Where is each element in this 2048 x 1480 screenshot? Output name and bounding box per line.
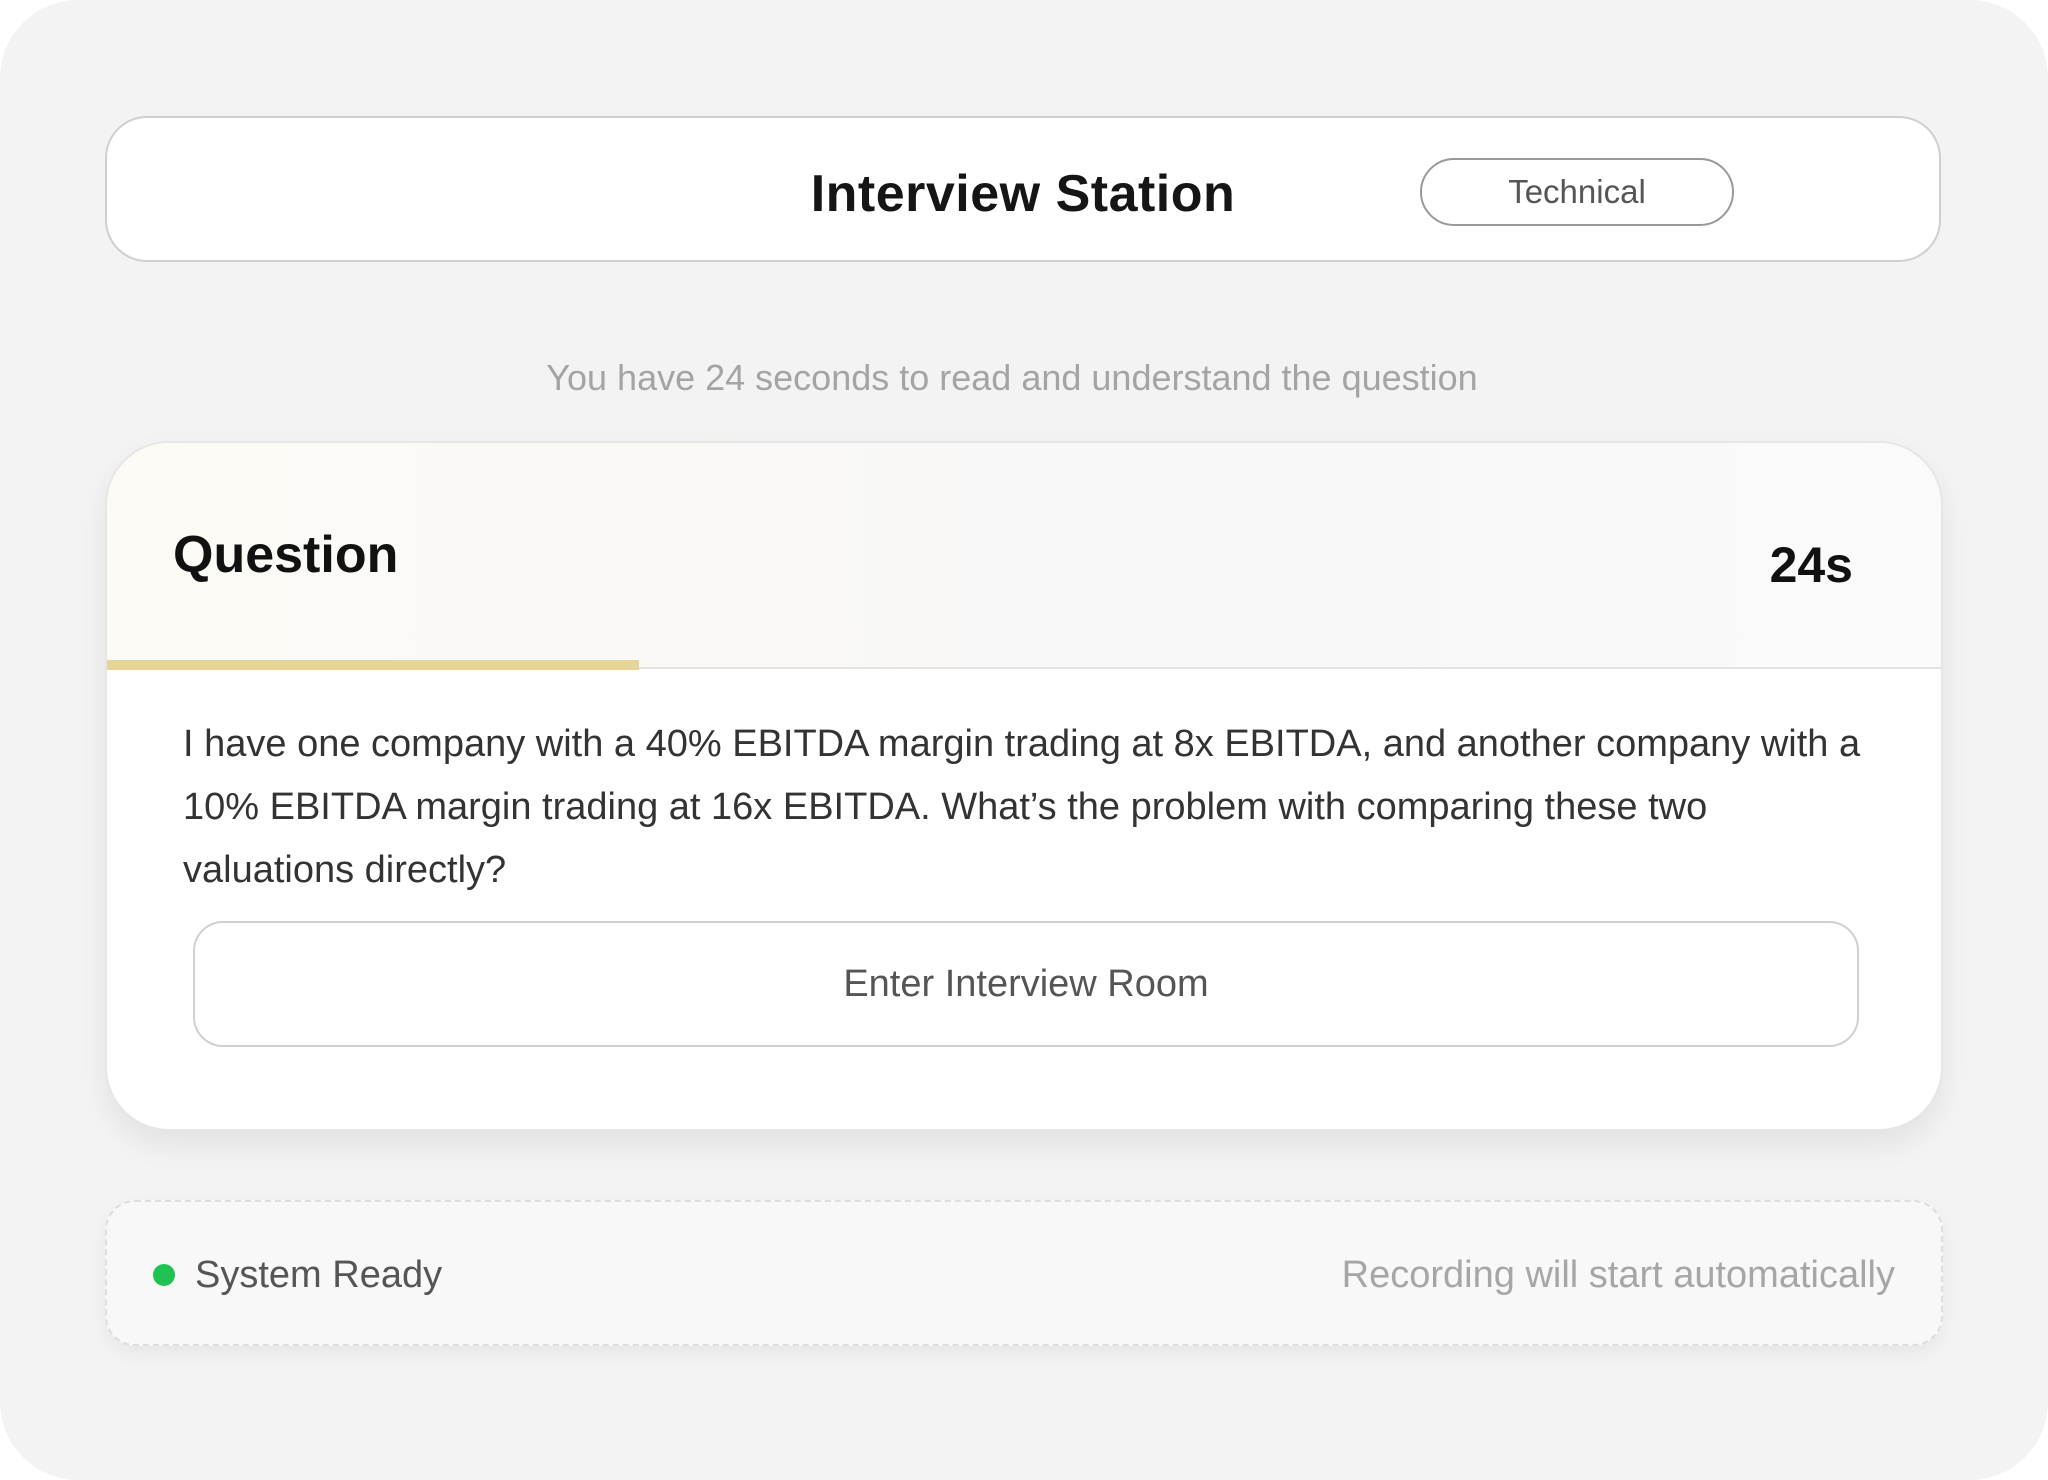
system-status-bar: System Ready Recording will start automa… [105, 1200, 1943, 1346]
header-bar: Interview Station Technical [105, 116, 1941, 262]
reading-progress-fill [107, 660, 639, 670]
enter-interview-room-button[interactable]: Enter Interview Room [193, 921, 1859, 1047]
system-status-label: System Ready [195, 1254, 443, 1296]
reading-progress-bar [107, 660, 1941, 670]
question-card-header: Question 24s [107, 443, 1941, 670]
question-text: I have one company with a 40% EBITDA mar… [183, 723, 1861, 891]
recording-note: Recording will start automatically [1341, 1254, 1895, 1296]
status-indicator-dot [153, 1264, 175, 1286]
category-badge[interactable]: Technical [1420, 158, 1734, 226]
question-card: Question 24s I have one company with a 4… [105, 441, 1943, 1131]
countdown-timer: 24s [1769, 537, 1853, 593]
app-window: Interview Station Technical You have 24 … [0, 0, 2048, 1480]
reading-time-hint: You have 24 seconds to read and understa… [546, 357, 1478, 398]
question-heading: Question [173, 526, 399, 584]
